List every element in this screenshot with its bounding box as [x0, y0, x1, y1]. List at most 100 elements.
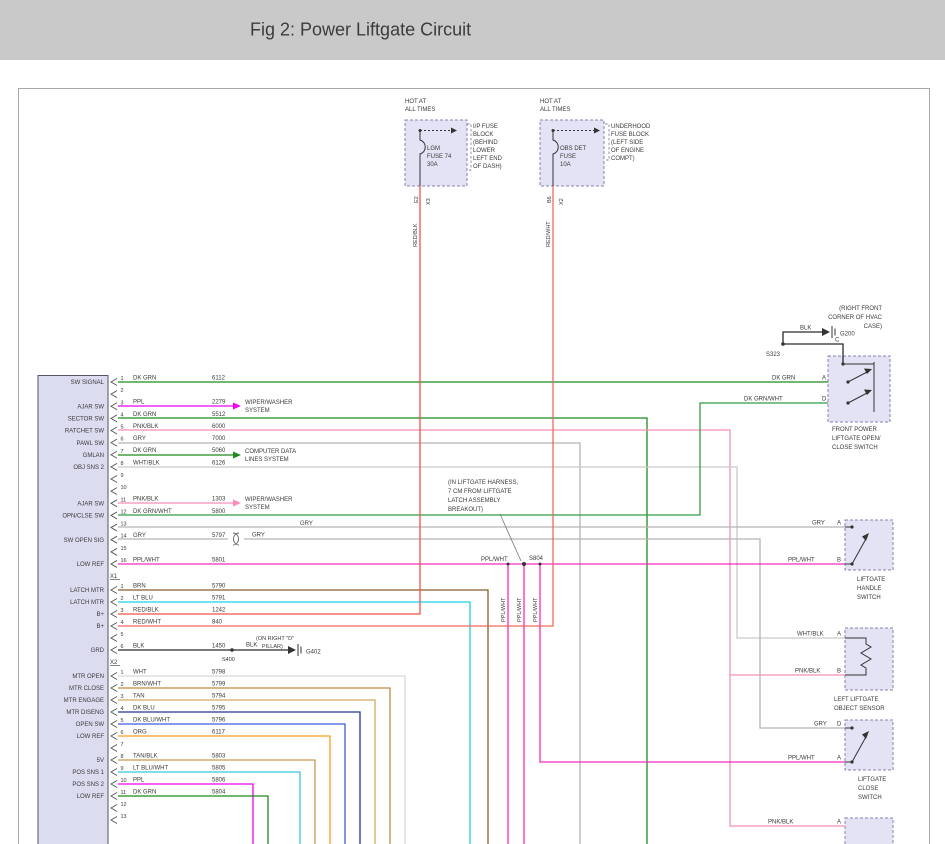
circuit-number: 5801: [212, 557, 226, 563]
pin-function-label: AJAR SW: [77, 502, 104, 508]
s804-note-2: 7 CM FROM LIFTGATE: [448, 489, 512, 495]
hot-at-label-1b: ALL TIMES: [405, 107, 435, 113]
pin-function-label: LOW REF: [77, 734, 105, 740]
close-switch-wire-d: GRY: [814, 722, 827, 728]
fuse1-name-1: LGM: [427, 146, 440, 152]
circuit-number: 5799: [212, 681, 226, 687]
circuit-number: 6000: [212, 424, 226, 430]
fuse1-loc-2: BLOCK: [473, 132, 493, 138]
hot-at-label-2: HOT AT: [540, 99, 561, 105]
splice-s804-dot: [522, 562, 526, 566]
front-switch-caption-2: LIFTGATE OPEN/: [832, 436, 881, 442]
pin-number: 4: [121, 412, 124, 418]
pin-function-label: SECTOR SW: [68, 417, 105, 423]
bottom-sensor-box: [845, 818, 893, 844]
fuse2-loc-3: (LEFT SIDE: [611, 140, 643, 146]
gry-after-break: GRY: [252, 533, 265, 539]
handle-switch-pin-a: A: [837, 521, 841, 527]
pin-function-label: B+: [96, 624, 104, 630]
s804-drop-label-1: PPL/WHT: [501, 597, 507, 622]
wire-color-label: DK GRN: [133, 789, 156, 795]
g402-label: G402: [306, 650, 321, 656]
wiper2-line1: WIPER/WASHER: [245, 497, 293, 503]
handle-switch-caption-3: SWITCH: [857, 595, 881, 601]
circuit-number: 5512: [212, 412, 226, 418]
fuse1-loc-1: I/P FUSE: [473, 124, 498, 130]
wire-color-label: BRN/WHT: [133, 681, 161, 687]
pin-number: 13: [121, 814, 127, 820]
front-switch-pin-d: D: [822, 397, 827, 403]
pin-number: 1: [121, 670, 124, 676]
circuit-number: 1303: [212, 497, 226, 503]
pin-number: 6: [121, 730, 124, 736]
fuse2-name-1: OBS DET: [560, 146, 587, 152]
object-sensor-pin-a: A: [837, 632, 841, 638]
wire-color-label: RED/WHT: [133, 619, 161, 625]
bottom-sensor-pin-a: A: [837, 820, 841, 826]
circuit-number: 5806: [212, 777, 226, 783]
pin-function-label: AJAR SW: [77, 404, 104, 410]
left-liftgate-object-sensor-box: [845, 628, 893, 690]
pin-number: 3: [121, 694, 124, 700]
g200-label: G200: [840, 332, 855, 338]
front-switch-pin-a: A: [822, 376, 826, 382]
bottom-sensor-wire-a: PNK/BLK: [768, 820, 793, 826]
s323-label: S323: [766, 352, 781, 358]
front-switch-caption-1: FRONT POWER: [832, 427, 878, 433]
fuse2-loc-2: FUSE BLOCK: [611, 132, 649, 138]
wire-label-red-wht: RED/WHT: [546, 221, 552, 247]
circuit-number: 6117: [212, 729, 226, 735]
pin-function-label: LOW REF: [77, 794, 105, 800]
pin-number: 11: [121, 790, 127, 796]
wire-color-label: DK GRN: [133, 448, 156, 454]
close-switch-wire-a: PPL/WHT: [788, 756, 815, 762]
s804-note-1: (IN LIFTGATE HARNESS,: [448, 480, 519, 486]
pin-function-label: SW SIGNAL: [71, 380, 105, 386]
s804-drop-label-2: PPL/WHT: [517, 597, 523, 622]
wiring-diagram: HOT AT ALL TIMES LGM FUSE 7 4 30A I/P FUS…: [0, 0, 945, 844]
pin-function-label: OPEN SW: [76, 722, 105, 728]
wire-color-label: PNK/BLK: [133, 497, 158, 503]
wire-color-label: WHT/BLK: [133, 460, 160, 466]
wire-color-label: GRY: [133, 436, 146, 442]
circuit-number: 6112: [212, 375, 226, 381]
circuit-number: 5794: [212, 693, 226, 699]
wiper2-line2: SYSTEM: [245, 505, 270, 511]
underhood-fuse-block: [540, 120, 609, 186]
pin-number: 12: [121, 509, 127, 515]
fuse1-loc-5: LEFT END: [473, 156, 503, 162]
object-sensor-wire-a: WHT/BLK: [797, 632, 824, 638]
s400-wire-label: BLK: [246, 643, 257, 649]
circuit-number: 5060: [212, 448, 226, 454]
circuit-number: 5796: [212, 717, 226, 723]
wire-color-label: PPL: [133, 777, 145, 783]
pin-number: 5: [121, 425, 124, 431]
fuse1-connector: X3: [426, 198, 432, 205]
close-switch-pin-d: D: [837, 722, 842, 728]
pin-number: 7: [121, 742, 124, 748]
fuse1-terminal: E2: [414, 196, 420, 203]
connector-x2-label: X2: [110, 660, 118, 666]
s804-branch-dot-2: [539, 563, 542, 566]
pin-function-label: PAWL SW: [77, 441, 105, 447]
circuit-number: 5803: [212, 753, 226, 759]
front-switch-wire-d: DK GRN/WHT: [744, 397, 783, 403]
circuit-number: 5800: [212, 509, 226, 515]
hvac-note-1: (RIGHT FRONT: [839, 306, 882, 312]
fuse1-name-3: 30A: [427, 162, 438, 168]
wiper1-line2: SYSTEM: [245, 408, 270, 414]
pin-number: 11: [121, 497, 127, 503]
pin-number: 9: [121, 766, 124, 772]
wire-color-label: GRY: [133, 533, 146, 539]
object-sensor-caption-1: LEFT LIFTGATE: [834, 697, 878, 703]
fuse2-name-2: FUSE: [560, 154, 576, 160]
pin-function-label: B+: [96, 612, 104, 618]
splice-s400-dot: [230, 648, 234, 652]
connector-x1-label: X1: [110, 574, 118, 580]
front-switch-wire-c: BLK: [800, 326, 811, 332]
pin-function-label: GRD: [91, 648, 105, 654]
page: Fig 2: Power Liftgate Circuit: [0, 0, 945, 844]
pin-number: 13: [121, 522, 127, 528]
close-switch-caption-1: LIFTGATE: [858, 777, 886, 783]
pin-function-label: MTR OPEN: [72, 674, 104, 680]
